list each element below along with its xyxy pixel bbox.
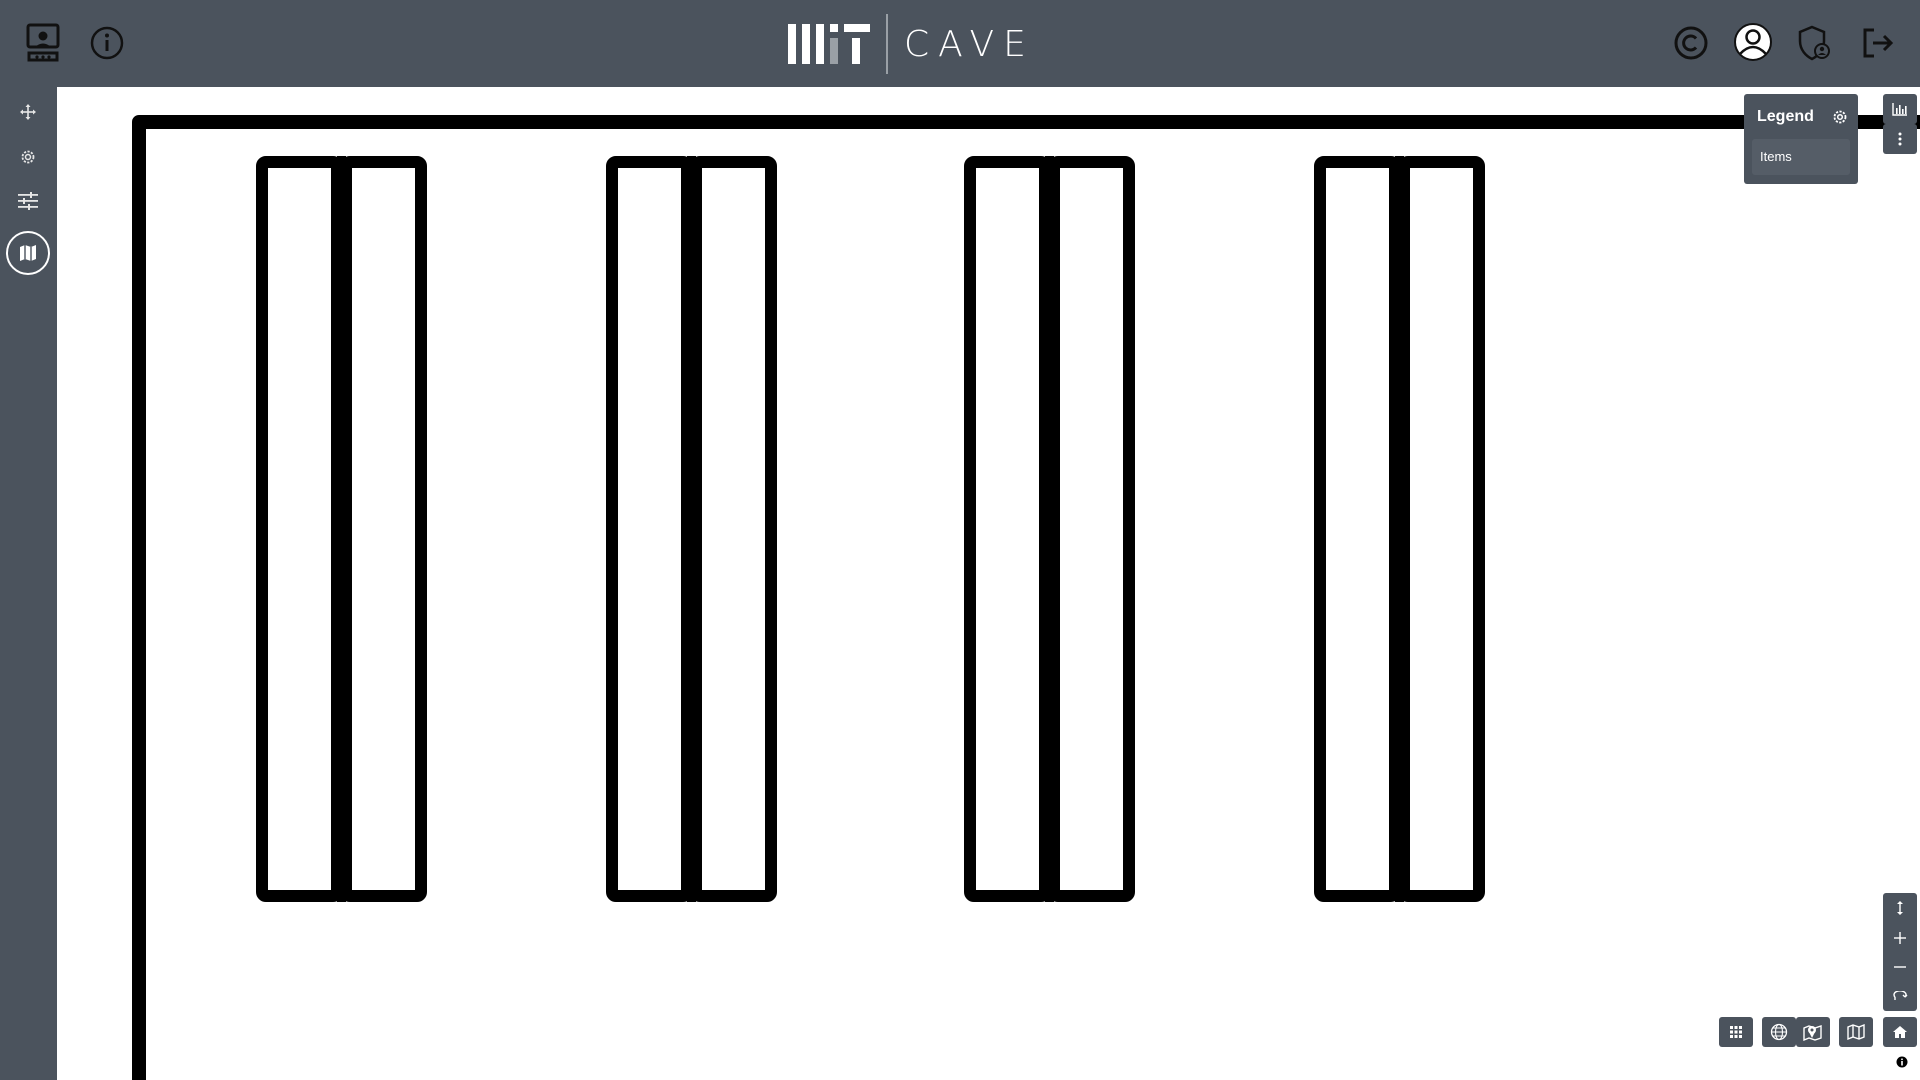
pitch-button[interactable] <box>1883 893 1917 923</box>
gear-icon <box>21 150 35 164</box>
copyright-icon <box>1674 26 1708 60</box>
pitch-icon <box>1897 901 1903 915</box>
admin-button[interactable] <box>1793 22 1835 64</box>
legend-item-items[interactable]: Items <box>1752 139 1850 175</box>
left-sidebar <box>0 87 57 1080</box>
presentation-button[interactable] <box>22 22 64 64</box>
more-vertical-icon <box>1898 132 1902 146</box>
brand-divider <box>886 14 888 74</box>
sliders-icon <box>18 192 38 210</box>
copyright-button[interactable] <box>1670 22 1712 64</box>
home-button[interactable] <box>1883 1017 1917 1047</box>
move-icon <box>20 104 36 120</box>
brand-name: CAVE <box>904 23 1035 65</box>
sidebar-item-filters[interactable] <box>8 181 48 221</box>
zoom-in-button[interactable] <box>1883 923 1917 953</box>
zoom-out-button[interactable] <box>1883 952 1917 982</box>
shelf-1a <box>256 156 343 902</box>
map-pin-icon <box>1803 1025 1822 1041</box>
zoom-out-icon <box>1894 966 1906 968</box>
floor-plan <box>132 115 1920 1080</box>
map-icon <box>20 245 36 261</box>
user-button[interactable] <box>1731 20 1775 64</box>
zoom-controls <box>1883 893 1917 1011</box>
shelf-3a <box>964 156 1051 902</box>
chart-icon <box>1892 103 1907 116</box>
sidebar-item-settings[interactable] <box>8 137 48 177</box>
top-app-bar: CAVE <box>0 0 1920 87</box>
more-options-button[interactable] <box>1883 124 1917 154</box>
logout-icon <box>1863 28 1894 58</box>
globe-button[interactable] <box>1762 1017 1796 1047</box>
globe-icon <box>1770 1023 1788 1041</box>
shelf-2a <box>606 156 693 902</box>
gear-icon[interactable] <box>1831 108 1849 126</box>
shield-user-icon <box>1798 25 1830 61</box>
brand-logo: CAVE <box>788 14 1035 74</box>
info-icon <box>90 26 124 60</box>
mit-logo-mark <box>788 24 870 64</box>
user-icon <box>1734 23 1772 61</box>
zoom-in-icon <box>1894 932 1906 944</box>
shelf-4a <box>1314 156 1401 902</box>
shelf-2b <box>690 156 777 902</box>
legend-panel: Legend Items <box>1744 94 1858 184</box>
outer-wall <box>132 115 1920 1080</box>
shelf-4b <box>1398 156 1485 902</box>
presentation-icon <box>26 23 60 62</box>
chart-button[interactable] <box>1883 94 1917 124</box>
attribution-info-icon[interactable] <box>1896 1056 1908 1068</box>
shelf-3b <box>1048 156 1135 902</box>
map-pin-button[interactable] <box>1796 1017 1830 1047</box>
logout-button[interactable] <box>1856 22 1898 64</box>
sidebar-item-move[interactable] <box>8 92 48 132</box>
map-canvas[interactable] <box>57 87 1920 1080</box>
rotate-button[interactable] <box>1883 981 1917 1011</box>
legend-title: Legend <box>1757 108 1814 125</box>
shelf-1b <box>340 156 427 902</box>
home-icon <box>1893 1026 1907 1038</box>
info-button[interactable] <box>86 22 128 64</box>
sidebar-item-map[interactable] <box>6 231 50 275</box>
grid-button[interactable] <box>1719 1017 1753 1047</box>
rotate-icon <box>1893 991 1908 1000</box>
map-icon <box>1847 1024 1865 1040</box>
map-style-button[interactable] <box>1839 1017 1873 1047</box>
grid-icon <box>1730 1026 1742 1038</box>
